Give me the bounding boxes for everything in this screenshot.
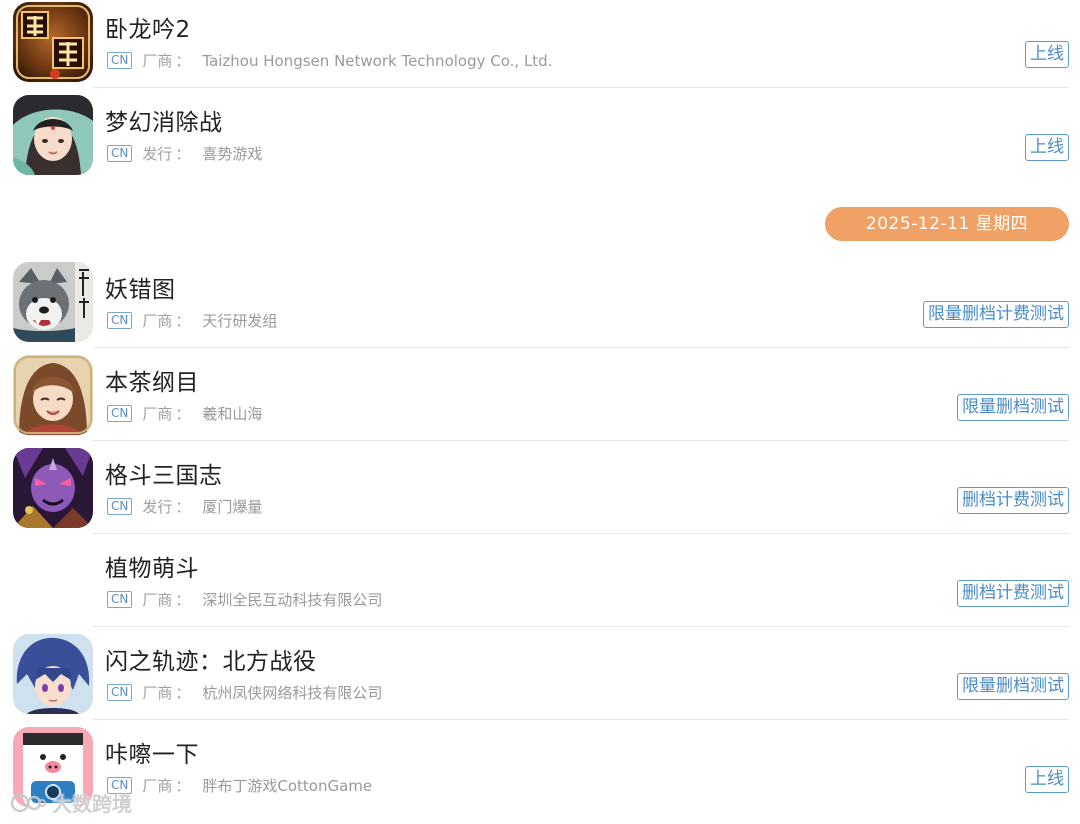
region-badge: CN [107,498,133,515]
meta-separator: ： [175,405,191,423]
company-name: 天行研发组 [202,312,278,330]
meta-separator: ： [175,145,191,163]
game-list-item[interactable]: 闪之轨迹：北方战役 CN 厂商 ： 杭州凤侠网络科技有限公司 限量删档测试 [0,632,1080,720]
region-badge: CN [107,591,133,608]
meta-label: 厂商 [142,312,173,330]
region-badge: CN [107,145,133,162]
company-name: 深圳全民互动科技有限公司 [202,591,383,609]
meta-label: 厂商 [142,405,173,423]
game-name: 本茶纲目 [105,370,199,396]
game-name: 卧龙吟2 [105,17,191,43]
company-name: Taizhou Hongsen Network Technology Co., … [202,51,553,70]
meta-label: 厂商 [142,52,173,70]
game-name: 梦幻消除战 [105,110,223,136]
region-badge: CN [107,312,133,329]
game-meta: CN 发行 ： 厦门爆量 [107,496,262,517]
watermark: 大数跨境 [10,788,132,817]
meta-separator: ： [175,312,191,330]
status-tag[interactable]: 删档计费测试 [957,487,1069,514]
game-name: 妖错图 [105,277,176,303]
game-list-item[interactable]: 妖错图 CN 厂商 ： 天行研发组 限量删档计费测试 [0,260,1080,348]
game-list-item[interactable]: 咔嚓一下 CN 厂商 ： 胖布丁游戏CottonGame 上线 [0,725,1080,813]
status-tag[interactable]: 限量删档计费测试 [923,301,1069,328]
company-name: 胖布丁游戏CottonGame [202,777,373,795]
meta-label: 发行 [142,145,173,163]
game-list-item[interactable]: 植物萌斗 CN 厂商 ： 深圳全民互动科技有限公司 删档计费测试 [0,539,1080,627]
game-list-item[interactable]: 本茶纲目 CN 厂商 ： 羲和山海 限量删档测试 [0,353,1080,441]
meta-label: 发行 [142,498,173,516]
meta-separator: ： [175,498,191,516]
meta-label: 厂商 [142,777,173,795]
game-meta: CN 发行 ： 喜势游戏 [107,143,262,164]
company-name: 杭州凤侠网络科技有限公司 [202,684,383,702]
row-divider [93,626,1069,627]
date-header: 2025-12-11 星期四 [825,207,1069,241]
region-badge: CN [107,52,133,69]
wolongyin-2-game-icon [13,2,93,82]
watermark-logo-icon [10,793,46,812]
game-meta: CN 厂商 ： 羲和山海 [107,403,262,424]
game-meta: CN 厂商 ： 胖布丁游戏CottonGame [107,775,372,796]
game-list-item[interactable]: 卧龙吟2 CN 厂商 ： Taizhou Hongsen Network Tec… [0,0,1080,88]
meta-separator: ： [175,52,191,70]
meta-label: 厂商 [142,684,173,702]
menghuan-xiaochuzhan-game-icon [13,95,93,175]
company-name: 厦门爆量 [202,498,263,516]
status-tag[interactable]: 上线 [1025,766,1069,793]
game-meta: CN 厂商 ： Taizhou Hongsen Network Technolo… [107,50,552,71]
company-name: 喜势游戏 [202,145,263,163]
game-list-item[interactable]: 格斗三国志 CN 发行 ： 厦门爆量 删档计费测试 [0,446,1080,534]
meta-separator: ： [175,684,191,702]
row-divider [93,719,1069,720]
meta-label: 厂商 [142,591,173,609]
region-badge: CN [107,684,133,701]
game-name: 格斗三国志 [105,463,223,489]
senki-no-kiseki-game-icon [13,634,93,714]
status-tag[interactable]: 上线 [1025,134,1069,161]
row-divider [93,347,1069,348]
meta-separator: ： [175,591,191,609]
row-divider [93,440,1069,441]
game-meta: CN 厂商 ： 杭州凤侠网络科技有限公司 [107,682,382,703]
row-divider [93,533,1069,534]
game-name: 闪之轨迹：北方战役 [105,649,317,675]
game-meta: CN 厂商 ： 深圳全民互动科技有限公司 [107,589,382,610]
company-name: 羲和山海 [202,405,263,423]
row-divider [93,87,1069,88]
yaocuotu-game-icon [13,262,93,342]
game-meta: CN 厂商 ： 天行研发组 [107,310,277,331]
meta-separator: ： [175,777,191,795]
gedou-sanguozhi-game-icon [13,448,93,528]
status-tag[interactable]: 上线 [1025,41,1069,68]
game-name: 咔嚓一下 [105,742,199,768]
game-name: 植物萌斗 [105,556,199,582]
watermark-text: 大数跨境 [52,792,132,816]
game-list-item[interactable]: 梦幻消除战 CN 发行 ： 喜势游戏 上线 [0,93,1080,181]
status-tag[interactable]: 限量删档测试 [957,673,1069,700]
status-tag[interactable]: 删档计费测试 [957,580,1069,607]
status-tag[interactable]: 限量删档测试 [957,394,1069,421]
bencha-gangmu-game-icon [13,355,93,435]
region-badge: CN [107,405,133,422]
